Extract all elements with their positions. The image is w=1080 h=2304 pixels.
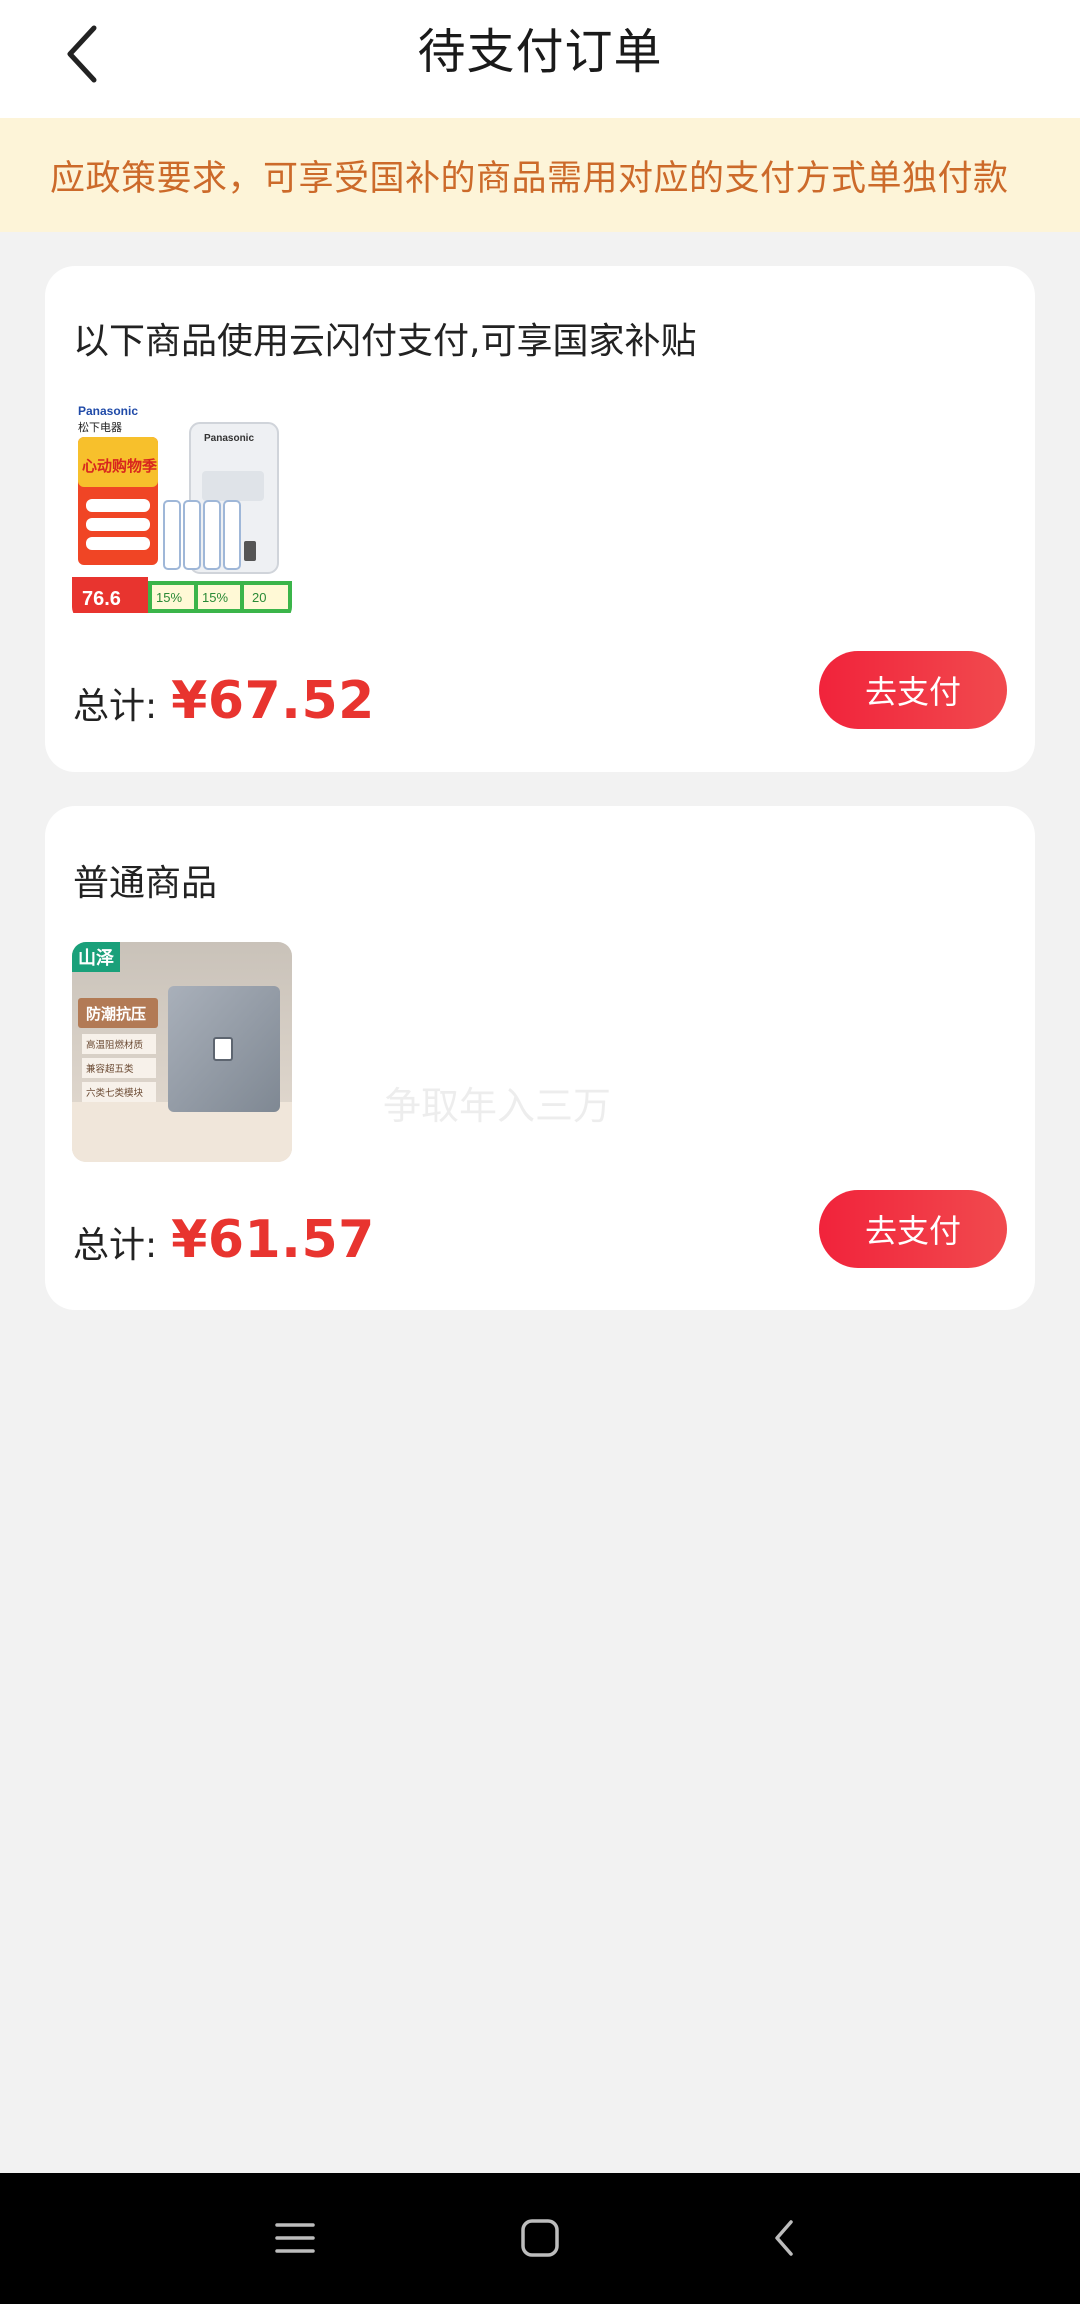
svg-text:六类七类模块: 六类七类模块 bbox=[86, 1087, 144, 1099]
wall-socket-image: 山泽 防潮抗压 高温阻燃材质 兼容超五类 六类七类模块 bbox=[72, 942, 292, 1162]
pay-button[interactable]: 去支付 bbox=[819, 651, 1007, 729]
svg-text:20: 20 bbox=[252, 590, 266, 605]
order-total: 总计: ¥67.52 bbox=[73, 671, 375, 731]
product-image-wall-socket[interactable]: 山泽 防潮抗压 高温阻燃材质 兼容超五类 六类七类模块 bbox=[72, 942, 292, 1162]
order-card-regular: 普通商品 山泽 防潮抗压 高温阻燃材质 兼容超五类 六类七类模块 总计: ¥61… bbox=[45, 806, 1035, 1310]
battery-charger-image: Panasonic 松下电器 心动购物季 Panasonic 76.6 15% … bbox=[72, 401, 292, 621]
policy-notice-banner: 应政策要求，可享受国补的商品需用对应的支付方式单独付款 bbox=[0, 118, 1080, 232]
image-price-tag: 76.6 bbox=[82, 588, 121, 610]
order-total: 总计: ¥61.57 bbox=[73, 1210, 375, 1270]
order-card-title: 以下商品使用云闪付支付,可享国家补贴 bbox=[73, 321, 697, 362]
home-icon bbox=[521, 2219, 559, 2257]
image-brand-text: Panasonic bbox=[78, 404, 138, 418]
total-label: 总计: bbox=[73, 686, 158, 727]
nav-menu-button[interactable] bbox=[255, 2203, 335, 2273]
nav-back-button[interactable] bbox=[744, 2203, 824, 2273]
svg-text:高温阻燃材质: 高温阻燃材质 bbox=[86, 1039, 144, 1051]
svg-text:兼容超五类: 兼容超五类 bbox=[86, 1063, 134, 1075]
image-brand-text: 山泽 bbox=[78, 948, 114, 969]
system-nav-bar bbox=[0, 2173, 1080, 2304]
svg-text:15%: 15% bbox=[202, 590, 228, 605]
page-title: 待支付订单 bbox=[417, 24, 663, 80]
top-bar: 待支付订单 bbox=[0, 0, 1080, 118]
nav-home-button[interactable] bbox=[500, 2203, 580, 2273]
product-image-battery-charger[interactable]: Panasonic 松下电器 心动购物季 Panasonic 76.6 15% … bbox=[72, 401, 292, 621]
total-label: 总计: bbox=[73, 1225, 158, 1266]
watermark-text: 争取年入三万 bbox=[383, 1084, 612, 1128]
total-amount: ¥67.52 bbox=[171, 671, 375, 731]
pay-button[interactable]: 去支付 bbox=[819, 1190, 1007, 1268]
svg-text:Panasonic: Panasonic bbox=[204, 433, 254, 444]
policy-notice-text: 应政策要求，可享受国补的商品需用对应的支付方式单独付款 bbox=[50, 158, 1009, 199]
back-icon bbox=[775, 2220, 793, 2256]
order-card-subsidy: 以下商品使用云闪付支付,可享国家补贴 Panasonic 松下电器 心动购物季 … bbox=[45, 266, 1035, 772]
menu-icon bbox=[275, 2223, 315, 2253]
image-headline-text: 防潮抗压 bbox=[86, 1005, 146, 1023]
total-amount: ¥61.57 bbox=[171, 1210, 375, 1270]
order-card-title: 普通商品 bbox=[73, 863, 218, 904]
image-brand-cn-text: 松下电器 bbox=[78, 420, 122, 434]
image-promo-text: 心动购物季 bbox=[82, 457, 157, 475]
svg-text:15%: 15% bbox=[156, 590, 182, 605]
